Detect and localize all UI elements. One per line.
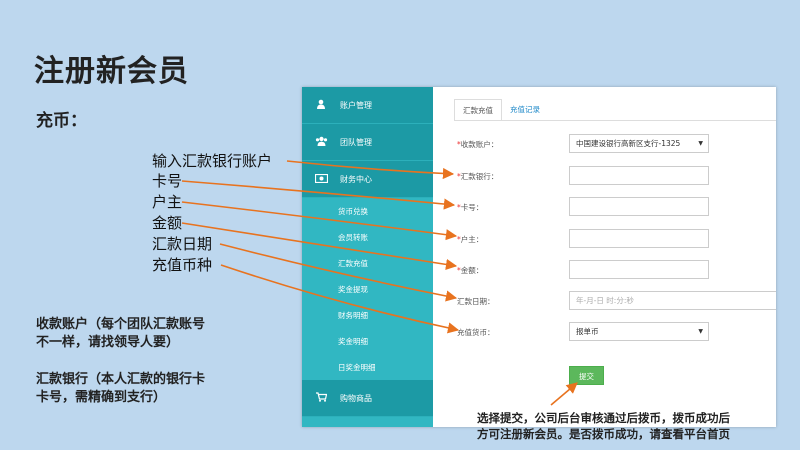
annotation-card-number: 卡号 [152, 172, 183, 190]
annotation-date: 汇款日期 [152, 235, 213, 253]
annotation-holder: 户主 [152, 193, 183, 211]
sidebar-item-finance[interactable]: 财务中心 [302, 161, 433, 198]
field-label: *金额： [457, 265, 483, 276]
cart-icon [302, 391, 340, 405]
note-remit-bank: 汇款银行（本人汇款的银行卡 卡号，需精确到支行） [36, 371, 205, 407]
amount-input[interactable] [569, 260, 709, 279]
sidebar-subitem-finance-details[interactable]: 财务明细 [302, 302, 433, 328]
form-row-holder: *户主： [438, 229, 776, 249]
form-row-date: 汇款日期： 年-月-日 时:分:秒 [438, 291, 776, 311]
caret-down-icon: ▼ [698, 140, 703, 147]
card-label: 卡号： [460, 203, 484, 212]
tab-divider [454, 120, 776, 121]
account-label: 收款账户： [460, 140, 499, 149]
submit-button[interactable]: 提交 [569, 366, 604, 385]
currency-select[interactable]: 报单币 ▼ [569, 322, 709, 341]
section-subtitle: 充币： [36, 111, 87, 131]
page-title: 注册新会员 [34, 54, 189, 89]
note-line: 卡号，需精确到支行） [36, 390, 167, 405]
form-row-bank: *汇款银行： [438, 166, 776, 186]
sidebar-subitem-daily-bonus[interactable]: 日奖金明细 [302, 354, 433, 380]
date-label: 汇款日期： [457, 297, 495, 306]
currency-label: 充值货币： [457, 328, 495, 337]
field-label: *收款账户： [457, 139, 498, 150]
sidebar: 账户管理 团队管理 财务中心 货币兑换 会员转账 汇款充值 奖金提现 财务明细 … [302, 87, 433, 427]
field-label: *卡号： [457, 202, 483, 213]
sidebar-subitem-bonus-details[interactable]: 奖金明细 [302, 328, 433, 354]
annotation-amount: 金额 [152, 214, 183, 232]
main-content: 汇款充值 充值记录 *收款账户： 中国建设银行高新区支行-1325 ▼ *汇款银行… [438, 87, 776, 427]
field-label: *汇款银行： [457, 171, 498, 182]
caret-down-icon: ▼ [698, 328, 703, 335]
note-line: 不一样，请找领导人要） [36, 335, 180, 350]
bank-input[interactable] [569, 166, 709, 185]
sidebar-subitem-recharge[interactable]: 汇款充值 [302, 250, 433, 276]
sidebar-item-label: 团队管理 [340, 137, 372, 147]
annotation-currency: 充值币种 [152, 256, 213, 274]
holder-input[interactable] [569, 229, 709, 248]
holder-label: 户主： [460, 235, 484, 244]
sidebar-subitem-withdraw[interactable]: 奖金提现 [302, 276, 433, 302]
note-line: 选择提交，公司后台审核通过后拨币，拨币成功后 [477, 411, 730, 425]
currency-select-value: 报单币 [576, 327, 599, 336]
bank-label: 汇款银行： [460, 172, 499, 181]
sidebar-subitem-exchange[interactable]: 货币兑换 [302, 198, 433, 224]
sidebar-item-account[interactable]: 账户管理 [302, 87, 433, 124]
note-line: 汇款银行（本人汇款的银行卡 [36, 372, 206, 387]
tab-bar: 汇款充值 充值记录 [454, 99, 548, 121]
account-select-value: 中国建设银行高新区支行-1325 [576, 139, 681, 148]
note-receiving-account: 收款账户（每个团队汇款账号 不一样，请找领导人要） [36, 316, 205, 352]
form-row-amount: *金额： [438, 260, 776, 280]
field-label: *户主： [457, 234, 483, 245]
form-row-account: *收款账户： 中国建设银行高新区支行-1325 ▼ [438, 134, 776, 154]
sidebar-item-label: 财务中心 [340, 174, 372, 184]
user-icon [302, 99, 340, 112]
note-line: 方可注册新会员。是否拨币成功，请查看平台首页 [477, 427, 730, 441]
amount-label: 金额： [460, 266, 484, 275]
sidebar-item-label: 账户管理 [340, 100, 372, 110]
sidebar-subitem-transfer[interactable]: 会员转账 [302, 224, 433, 250]
money-icon [302, 173, 340, 186]
account-select[interactable]: 中国建设银行高新区支行-1325 ▼ [569, 134, 709, 153]
bottom-note: 选择提交，公司后台审核通过后拨币，拨币成功后 方可注册新会员。是否拨币成功，请查… [477, 410, 730, 442]
sidebar-item-label: 购物商品 [340, 393, 372, 403]
tab-remit-recharge[interactable]: 汇款充值 [454, 99, 502, 121]
note-line: 收款账户（每个团队汇款账号 [36, 317, 206, 332]
form-row-card: *卡号： [438, 197, 776, 217]
sidebar-item-shop[interactable]: 购物商品 [302, 380, 433, 417]
card-number-input[interactable] [569, 197, 709, 216]
app-screenshot: 账户管理 团队管理 财务中心 货币兑换 会员转账 汇款充值 奖金提现 财务明细 … [302, 87, 776, 427]
annotation-bank-account: 输入汇款银行账户 [152, 152, 273, 170]
users-icon [302, 136, 340, 149]
tab-recharge-history[interactable]: 充值记录 [502, 99, 548, 121]
sidebar-item-team[interactable]: 团队管理 [302, 124, 433, 161]
date-input[interactable]: 年-月-日 时:分:秒 [569, 291, 776, 310]
form-row-currency: 充值货币： 报单币 ▼ [438, 322, 776, 342]
